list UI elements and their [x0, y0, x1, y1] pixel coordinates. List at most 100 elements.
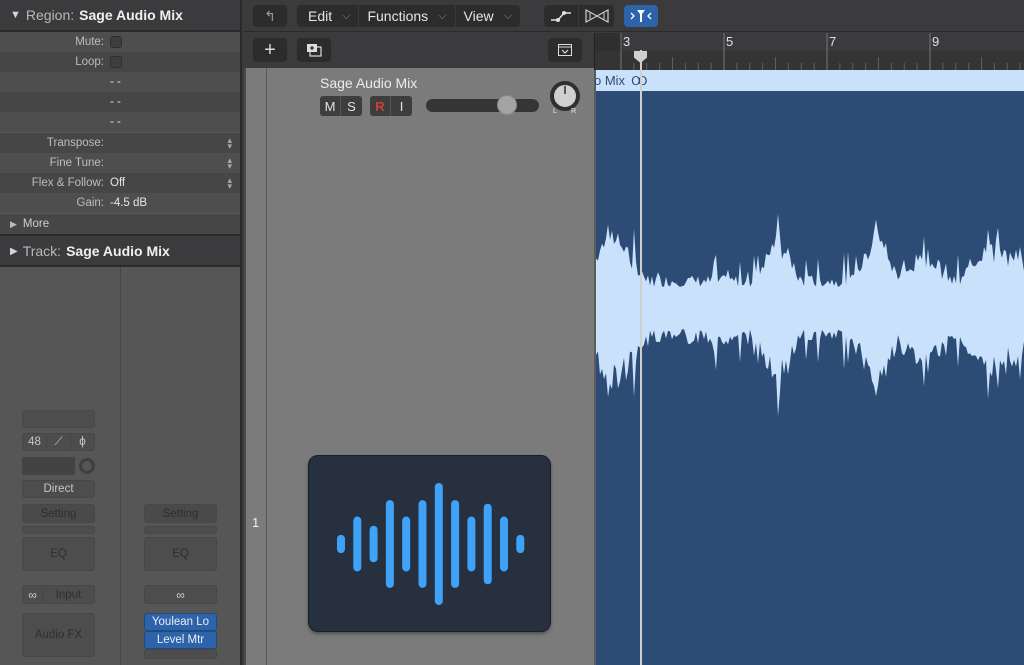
- waveform-shape: [596, 213, 1024, 416]
- transpose-row[interactable]: Transpose: ▴ ▾: [0, 133, 240, 153]
- region-header[interactable]: o Mix Ꝏ: [594, 70, 1024, 91]
- logo-bar: [451, 500, 460, 588]
- link-icon[interactable]: ∞: [144, 585, 217, 604]
- empty-value: - -: [110, 116, 121, 128]
- edit-menu[interactable]: Edit ⌵: [297, 5, 360, 27]
- pan-left-label: L: [553, 108, 557, 115]
- view-menu[interactable]: View ⌵: [456, 5, 520, 27]
- back-button[interactable]: ↰: [253, 5, 287, 27]
- fine-tune-row[interactable]: Fine Tune: ▴ ▾: [0, 153, 240, 173]
- disclosure-closed-icon[interactable]: ▶: [10, 246, 18, 257]
- record-enable-button[interactable]: R: [370, 96, 391, 116]
- logo-bar: [337, 534, 345, 554]
- logo-bar: [434, 483, 443, 605]
- transpose-label: Transpose:: [46, 137, 104, 149]
- track-label: Track:: [22, 243, 62, 259]
- link-icon[interactable]: ∞: [23, 587, 43, 602]
- flex-button[interactable]: [579, 5, 614, 27]
- logo-bar: [402, 516, 411, 572]
- track-header-bar: +: [244, 33, 594, 68]
- gain-row: Gain: -4.5 dB: [0, 193, 240, 213]
- loop-checkbox[interactable]: [110, 56, 122, 68]
- volume-slider[interactable]: [426, 99, 539, 112]
- arrangement-area[interactable]: o Mix Ꝏ: [594, 70, 1024, 665]
- gain-knob[interactable]: [79, 458, 95, 474]
- automation-button[interactable]: [544, 5, 579, 27]
- input-label: Input: [55, 588, 82, 601]
- functions-menu[interactable]: Functions ⌵: [359, 5, 456, 27]
- gain-controls: 48 ⟋ ϕ: [22, 433, 95, 451]
- direct-button[interactable]: Direct: [22, 480, 95, 498]
- track-inspector-header[interactable]: ▶ Track: Sage Audio Mix: [0, 236, 240, 266]
- gain-value[interactable]: -4.5 dB: [110, 197, 147, 209]
- solo-button[interactable]: S: [341, 96, 362, 116]
- loop-row: Loop:: [0, 52, 240, 72]
- more-label: More: [22, 218, 50, 230]
- bar-number-3: 3: [623, 34, 631, 49]
- pan-knob[interactable]: [550, 81, 580, 111]
- setting-button[interactable]: Setting: [22, 504, 95, 523]
- track-header-config-button[interactable]: [548, 38, 582, 62]
- eq-display[interactable]: EQ: [22, 537, 95, 571]
- flex-follow-row[interactable]: Flex & Follow: Off ▴ ▾: [0, 173, 240, 193]
- chevron-down-icon: ⌵: [503, 9, 512, 22]
- logo-bar: [418, 500, 427, 588]
- inspector-panel: ▼ Region: Sage Audio Mix Mute: Loop: - -…: [0, 0, 242, 665]
- fine-tune-label: Fine Tune:: [49, 157, 104, 169]
- disclosure-open-icon[interactable]: ▼: [10, 9, 21, 21]
- input-selector[interactable]: ∞ Input: [22, 585, 95, 604]
- back-arrow-icon: ↰: [264, 7, 276, 24]
- plugin-window[interactable]: [308, 455, 551, 632]
- sample-rate[interactable]: 48: [23, 436, 47, 448]
- region-label: Region:: [25, 7, 75, 23]
- edit-menu-label: Edit: [308, 8, 333, 24]
- setting-button[interactable]: Setting: [144, 504, 217, 523]
- logo-bar: [500, 516, 508, 572]
- disclosure-closed-icon: ▶: [10, 218, 17, 229]
- flex-icon: [584, 9, 609, 23]
- empty-row: - -: [0, 72, 240, 92]
- view-menu-label: View: [463, 8, 494, 24]
- track-name[interactable]: Sage Audio Mix: [320, 75, 417, 91]
- stepper-icon[interactable]: ▴ ▾: [227, 156, 232, 171]
- chevron-down-icon: ⌵: [438, 9, 447, 22]
- logo-bar: [353, 516, 362, 572]
- input-monitor-button[interactable]: I: [391, 96, 412, 116]
- stepper-icon[interactable]: ▴ ▾: [227, 136, 232, 151]
- bar-number-9: 9: [932, 34, 940, 49]
- loop-label: Loop:: [75, 56, 104, 68]
- duplicate-track-icon: [307, 44, 322, 57]
- phase-invert-icon[interactable]: ϕ: [71, 436, 94, 448]
- logo-bar: [467, 516, 476, 572]
- catch-playhead-icon: [630, 10, 652, 22]
- high-pass-filter-icon[interactable]: ⟋: [47, 435, 71, 449]
- eq-display[interactable]: EQ: [144, 537, 217, 571]
- plugin-slot-level-meter[interactable]: Level Mtr: [144, 631, 217, 649]
- flex-follow-value[interactable]: Off: [110, 177, 125, 189]
- track-name: Sage Audio Mix: [66, 243, 170, 259]
- dropdown-box-icon: [558, 44, 572, 56]
- catch-playhead-button[interactable]: [624, 5, 658, 27]
- input-format-slot[interactable]: [22, 410, 95, 428]
- mute-checkbox[interactable]: [110, 36, 122, 48]
- track-number: 1: [252, 515, 260, 530]
- stepper-icon[interactable]: ▴ ▾: [227, 176, 232, 191]
- playhead-line[interactable]: [640, 50, 642, 665]
- pan-right-label: R: [571, 108, 577, 115]
- plugin-slot-youlean[interactable]: Youlean Lo: [144, 613, 217, 631]
- more-disclosure[interactable]: ▶ More: [0, 214, 240, 234]
- main-toolbar: ↰ Edit ⌵ Functions ⌵ View ⌵: [244, 0, 1024, 32]
- mute-button[interactable]: M: [320, 96, 341, 116]
- region-inspector-header[interactable]: ▼ Region: Sage Audio Mix: [0, 0, 240, 30]
- add-track-button[interactable]: +: [253, 38, 287, 62]
- bar-number-5: 5: [726, 34, 734, 49]
- channel-strips: 48 ⟋ ϕ Direct Setting EQ ∞ Input Audio F…: [0, 267, 240, 665]
- empty-plugin-slot[interactable]: [144, 649, 217, 659]
- logo-bar: [369, 525, 378, 563]
- functions-menu-label: Functions: [367, 8, 429, 24]
- duplicate-track-button[interactable]: [297, 38, 331, 62]
- gain-label: Gain:: [76, 197, 105, 209]
- bar-ruler[interactable]: 3 5 7 9: [594, 33, 1024, 70]
- volume-slider-handle[interactable]: [497, 95, 518, 115]
- audio-fx-slot[interactable]: Audio FX: [22, 613, 95, 657]
